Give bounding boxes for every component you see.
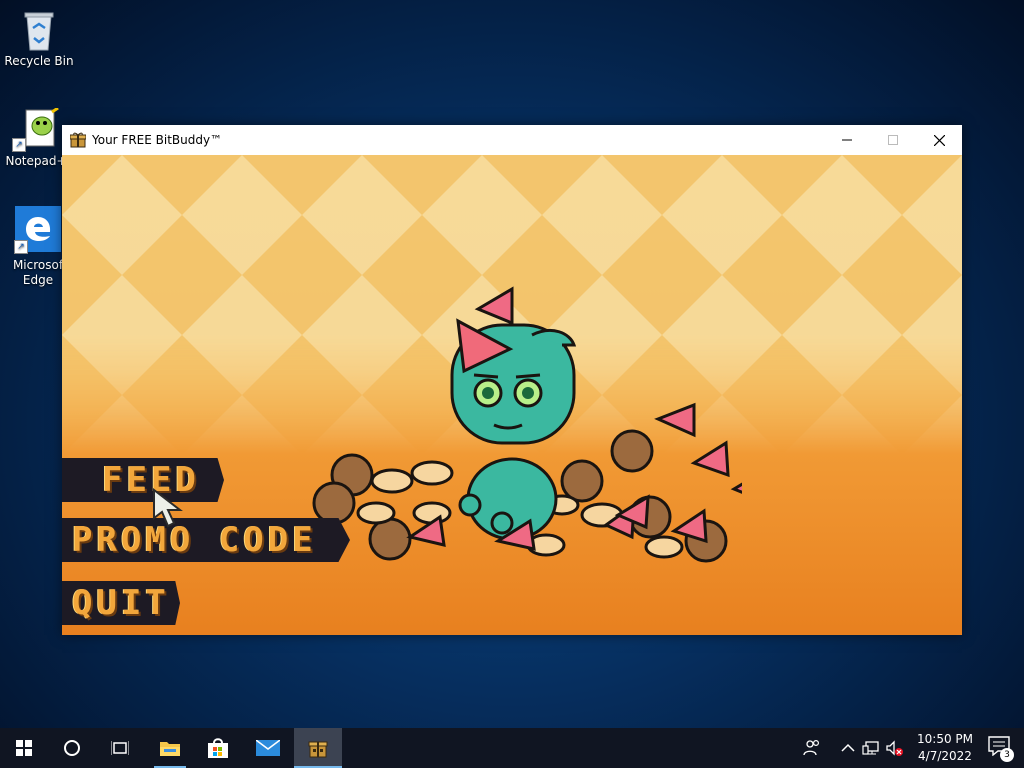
chevron-up-icon[interactable] [839,739,857,757]
mail-icon [256,740,280,756]
minimize-icon [842,139,852,141]
recycle-bin-icon [19,8,59,51]
search-button[interactable] [48,728,96,768]
bitbuddy-icon [308,741,328,758]
minimize-button[interactable] [824,125,870,155]
close-button[interactable] [916,125,962,155]
close-icon [933,134,945,146]
action-center-button[interactable]: 3 [988,736,1014,762]
taskbar-microsoft-store[interactable] [194,728,242,768]
cortana-search-icon [64,740,80,756]
desktop-icon-recycle-bin[interactable]: Recycle Bin [3,8,75,68]
people-icon[interactable] [803,739,821,757]
volume-muted-icon[interactable] [885,739,903,757]
clock-time: 10:50 PM [917,732,973,746]
edge-icon: ↗ [14,206,61,254]
start-icon [16,740,32,756]
quit-button[interactable]: QUIT [62,581,180,625]
shortcut-arrow-icon: ↗ [14,240,28,254]
food-pile [312,286,742,563]
taskbar-clock[interactable]: 10:50 PM 4/7/2022 [910,731,980,765]
taskbar-mail[interactable] [244,728,292,768]
task-view-button[interactable] [96,728,144,768]
clock-date: 4/7/2022 [918,749,972,763]
taskbar: 10:50 PM 4/7/2022 3 [0,728,1024,768]
microsoft-store-icon [208,738,228,758]
maximize-button[interactable] [870,125,916,155]
window-title: Your FREE BitBuddy™ [92,133,223,147]
file-explorer-icon [160,742,180,756]
task-view-icon [111,741,129,755]
pixel-cursor-icon [153,488,183,528]
start-button[interactable] [0,728,48,768]
taskbar-bitbuddy[interactable] [294,728,342,768]
game-canvas[interactable]: FEED PROMO CODE QUIT [62,155,962,635]
notepad-plus-icon: ↗ [12,106,59,152]
notification-count-badge: 3 [1000,748,1014,762]
maximize-icon [888,135,898,145]
feed-button[interactable]: FEED [62,458,224,502]
window-titlebar[interactable]: Your FREE BitBuddy™ [62,125,962,155]
taskbar-file-explorer[interactable] [146,728,194,768]
shortcut-arrow-icon: ↗ [12,138,26,152]
bitbuddy-window: Your FREE BitBuddy™ FEED PROMO CODE QUIT [62,125,962,635]
network-icon[interactable] [862,739,880,757]
gift-box-icon [69,132,87,148]
desktop-icon-label: Recycle Bin [4,54,74,68]
desktop-icon-label: Microsof Edge [12,258,64,287]
promo-code-button[interactable]: PROMO CODE [62,518,350,562]
